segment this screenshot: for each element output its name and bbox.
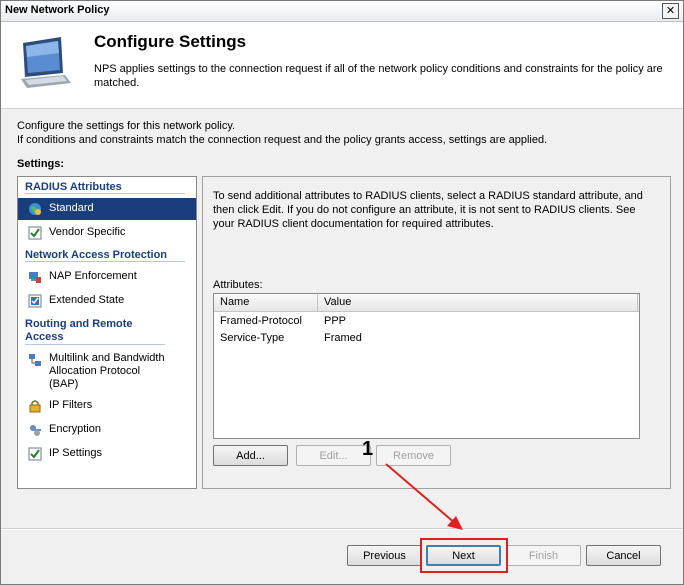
sidebar-item-label: Multilink and Bandwidth Allocation Proto…	[49, 352, 165, 390]
column-header-name[interactable]: Name	[214, 294, 318, 311]
sidebar-item-standard[interactable]: Standard	[18, 198, 196, 220]
lock-icon	[29, 400, 41, 413]
title-bar: New Network Policy ✕	[1, 1, 683, 22]
sidebar-item-extended-state[interactable]: Extended State	[18, 290, 196, 312]
wizard-header: Configure Settings NPS applies settings …	[1, 22, 683, 109]
sidebar-item-label: Standard	[49, 202, 94, 214]
checklist-icon	[28, 447, 42, 461]
footer-divider	[1, 528, 683, 530]
list-header: Name Value	[214, 294, 639, 312]
keys-icon	[30, 425, 41, 436]
nap-icon	[29, 272, 41, 283]
add-button[interactable]: Add...	[213, 445, 288, 466]
attributes-label: Attributes:	[213, 279, 263, 291]
arrow-annotation	[385, 463, 463, 530]
cell-value: Framed	[324, 332, 362, 344]
settings-label: Settings:	[17, 158, 65, 170]
finish-button[interactable]: Finish	[506, 545, 581, 566]
section-network-access-protection: Network Access Protection	[25, 249, 185, 262]
section-radius-attributes: RADIUS Attributes	[25, 181, 185, 194]
section-routing-remote-access: Routing and Remote Access	[25, 318, 165, 345]
close-button[interactable]: ✕	[662, 3, 679, 19]
page-title: Configure Settings	[94, 32, 247, 51]
sidebar-item-label: NAP Enforcement	[49, 270, 137, 282]
sidebar-item-ip-settings[interactable]: IP Settings	[18, 443, 196, 465]
sidebar-item-nap-enforcement[interactable]: NAP Enforcement	[18, 266, 196, 288]
checklist-icon	[28, 226, 42, 240]
highlight-box	[420, 538, 508, 573]
table-row[interactable]: Framed-Protocol PPP	[214, 314, 639, 330]
globe-icon	[29, 203, 41, 215]
intro-line-1: Configure the settings for this network …	[17, 120, 236, 132]
cell-name: Service-Type	[220, 332, 285, 344]
intro-line-2: If conditions and constraints match the …	[17, 134, 548, 146]
sidebar-item-label: IP Settings	[49, 447, 102, 459]
sidebar-item-ip-filters[interactable]: IP Filters	[18, 395, 196, 417]
dialog-window: New Network Policy ✕ Configure Settings …	[0, 0, 684, 585]
cancel-button[interactable]: Cancel	[586, 545, 661, 566]
settings-detail-pane: To send additional attributes to RADIUS …	[202, 176, 671, 489]
sidebar-item-multilink[interactable]: Multilink and Bandwidth Allocation Proto…	[18, 349, 196, 395]
sidebar-item-encryption[interactable]: Encryption	[18, 419, 196, 441]
edit-button[interactable]: Edit...	[296, 445, 371, 466]
monitor-icon	[21, 37, 71, 88]
sidebar-item-label: Vendor Specific	[49, 226, 126, 238]
column-header-value[interactable]: Value	[318, 294, 638, 311]
checklist-icon	[28, 294, 42, 308]
previous-button[interactable]: Previous	[347, 545, 422, 566]
cell-name: Framed-Protocol	[220, 315, 302, 327]
window-title: New Network Policy	[5, 4, 110, 16]
network-icon	[29, 354, 41, 366]
cell-value: PPP	[324, 315, 347, 327]
sidebar-item-vendor-specific[interactable]: Vendor Specific	[18, 222, 196, 244]
sidebar-item-label: IP Filters	[49, 399, 93, 411]
page-description: NPS applies settings to the connection r…	[94, 63, 663, 89]
sidebar-item-label: Extended State	[49, 294, 125, 306]
table-row[interactable]: Service-Type Framed	[214, 331, 639, 347]
detail-description: To send additional attributes to RADIUS …	[213, 190, 643, 230]
settings-sidebar: RADIUS Attributes Standard Vendor Specif…	[17, 176, 197, 489]
attributes-list[interactable]: Name Value Framed-Protocol PPP Service-T…	[213, 293, 640, 439]
sidebar-item-label: Encryption	[49, 423, 101, 435]
intro-text: Configure the settings for this network …	[17, 119, 547, 147]
